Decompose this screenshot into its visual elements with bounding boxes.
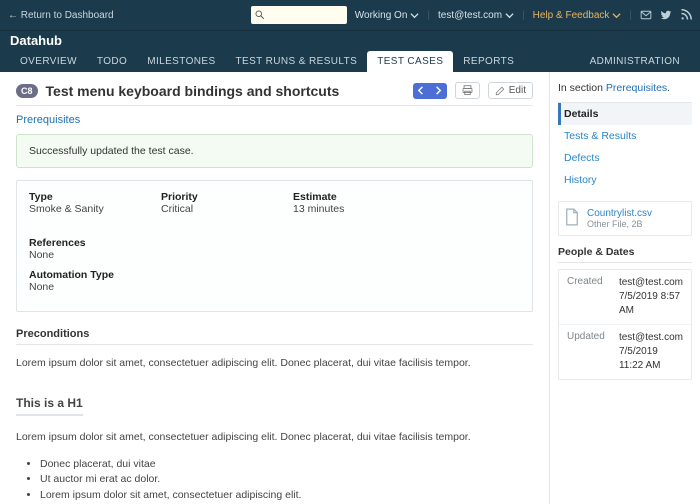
- nav-overview[interactable]: OVERVIEW: [10, 51, 87, 72]
- in-section-text: In section Prerequisites.: [558, 82, 692, 94]
- content-pane: C8 Test menu keyboard bindings and short…: [0, 72, 549, 504]
- next-case-button[interactable]: [431, 84, 445, 98]
- people-dates-panel: Created test@test.com 7/5/2019 8:57 AM U…: [558, 269, 692, 380]
- sidebar: In section Prerequisites. Details Tests …: [549, 72, 700, 504]
- created-timestamp: 7/5/2019 8:57 AM: [619, 290, 683, 318]
- sidebar-tab-details[interactable]: Details: [558, 103, 692, 125]
- meta-type: TypeSmoke & Sanity: [29, 191, 139, 215]
- updated-user: test@test.com: [619, 331, 683, 345]
- sidebar-tab-history[interactable]: History: [558, 169, 692, 191]
- created-label: Created: [567, 276, 611, 318]
- chevron-down-icon: [410, 11, 419, 20]
- attachment-meta: Other File, 2B: [587, 219, 652, 229]
- help-dropdown[interactable]: Help & Feedback: [533, 10, 622, 21]
- sidebar-nav: Details Tests & Results Defects History: [558, 102, 692, 191]
- nav-administration[interactable]: ADMINISTRATION: [580, 51, 690, 72]
- sidebar-tab-defects[interactable]: Defects: [558, 147, 692, 169]
- search-input[interactable]: [251, 6, 347, 24]
- user-dropdown[interactable]: test@test.com: [438, 10, 514, 21]
- edit-button[interactable]: Edit: [488, 82, 533, 99]
- flash-success: Successfully updated the test case.: [16, 134, 533, 168]
- rss-icon[interactable]: [680, 9, 692, 21]
- app-title: Datahub: [0, 31, 700, 48]
- print-button[interactable]: [455, 82, 480, 99]
- created-user: test@test.com: [619, 276, 683, 290]
- nav-testruns[interactable]: TEST RUNS & RESULTS: [226, 51, 368, 72]
- case-meta-panel: TypeSmoke & Sanity PriorityCritical Esti…: [16, 180, 533, 312]
- nav-todo[interactable]: TODO: [87, 51, 137, 72]
- preconditions-body: Lorem ipsum dolor sit amet, consectetuer…: [16, 356, 533, 504]
- topbar: ← Return to Dashboard Working On | test@…: [0, 0, 700, 31]
- nav-milestones[interactable]: MILESTONES: [137, 51, 225, 72]
- main-nav: OVERVIEW TODO MILESTONES TEST RUNS & RES…: [0, 48, 700, 72]
- in-section-link[interactable]: Prerequisites: [606, 82, 667, 94]
- preconditions-heading: Preconditions: [16, 328, 533, 345]
- return-link[interactable]: ← Return to Dashboard: [8, 10, 114, 21]
- print-icon: [462, 85, 473, 96]
- prev-case-button[interactable]: [415, 84, 429, 98]
- updated-label: Updated: [567, 331, 611, 373]
- meta-estimate: Estimate13 minutes: [293, 191, 403, 215]
- nav-testcases[interactable]: TEST CASES: [367, 51, 453, 72]
- sidebar-tab-tests-results[interactable]: Tests & Results: [558, 125, 692, 147]
- breadcrumb-section[interactable]: Prerequisites: [16, 114, 80, 126]
- attachment-name: Countrylist.csv: [587, 208, 652, 219]
- attachment-card[interactable]: Countrylist.csv Other File, 2B: [558, 201, 692, 236]
- chevron-down-icon: [612, 11, 621, 20]
- pencil-icon: [495, 86, 505, 96]
- updated-timestamp: 7/5/2019 11:22 AM: [619, 345, 683, 373]
- case-id-badge: C8: [16, 84, 38, 98]
- meta-priority: PriorityCritical: [161, 191, 271, 215]
- meta-automation-type: Automation TypeNone: [29, 269, 139, 293]
- meta-references: ReferencesNone: [29, 237, 139, 261]
- search-icon: [255, 10, 265, 20]
- nav-reports[interactable]: REPORTS: [453, 51, 524, 72]
- case-title: Test menu keyboard bindings and shortcut…: [46, 83, 405, 99]
- file-icon: [565, 208, 579, 226]
- mail-icon[interactable]: [640, 9, 652, 21]
- people-dates-heading: People & Dates: [558, 246, 692, 263]
- case-nav-arrows: [413, 83, 447, 99]
- working-on-dropdown[interactable]: Working On: [355, 10, 420, 21]
- twitter-icon[interactable]: [660, 9, 672, 21]
- chevron-down-icon: [505, 11, 514, 20]
